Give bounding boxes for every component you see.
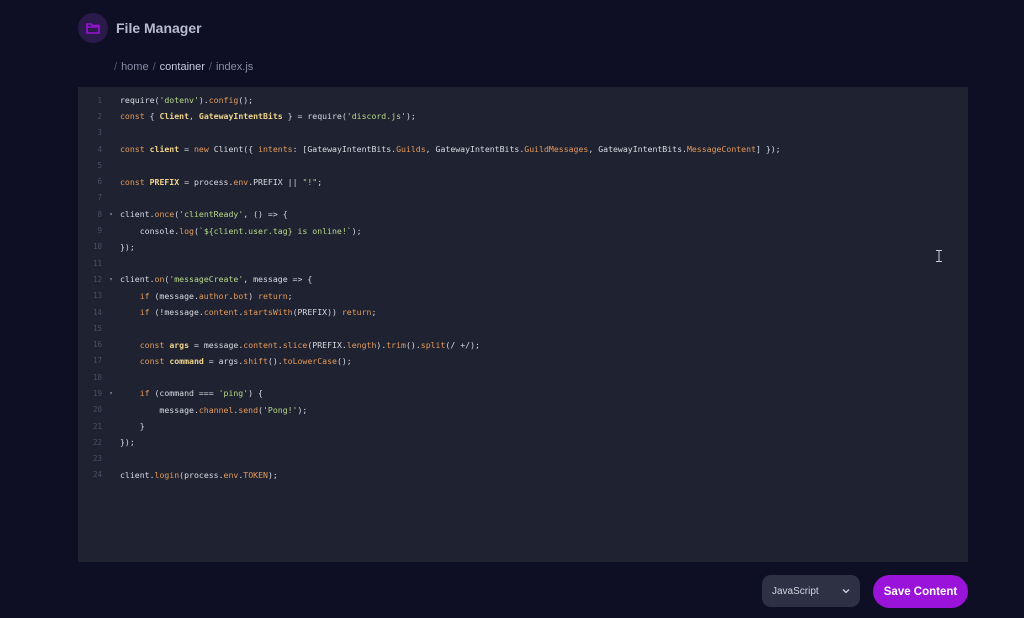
code-line[interactable]: 15 <box>78 320 968 336</box>
line-number: 12 <box>92 274 102 284</box>
code-text: }); <box>120 241 135 252</box>
code-line[interactable]: 11 <box>78 255 968 271</box>
fold-arrow-icon[interactable]: ▾ <box>102 390 120 397</box>
line-number: 8 <box>97 209 102 219</box>
code-text: console.log(`${client.user.tag} is onlin… <box>120 225 362 236</box>
breadcrumb-file: index.js <box>215 61 254 73</box>
code-line[interactable]: 2 const { Client, GatewayIntentBits } = r… <box>78 108 968 124</box>
code-line[interactable]: 21 } <box>78 418 968 434</box>
chevron-down-icon <box>842 589 850 594</box>
folder-icon <box>78 13 108 43</box>
code-text: const args = message.content.slice(PREFI… <box>139 339 480 350</box>
code-editor[interactable]: 1 require('dotenv').config(); 2 const { Cli… <box>78 87 968 562</box>
line-number: 14 <box>92 307 102 317</box>
code-line[interactable]: 14 if (!message.content.startsWith(PREFI… <box>78 304 968 320</box>
language-select-value: JavaScript <box>772 585 819 597</box>
line-number: 2 <box>97 111 102 121</box>
code-line[interactable]: 23 <box>78 451 968 467</box>
line-number: 11 <box>92 258 102 268</box>
app-header: File Manager <box>78 12 202 44</box>
save-content-button[interactable]: Save Content <box>873 575 968 608</box>
code-text: const client = new Client({ intents: [Ga… <box>120 144 781 155</box>
code-line[interactable]: 8 ▾ client.once('clientReady', () => { <box>78 206 968 222</box>
code-line[interactable]: 5 <box>78 157 968 173</box>
line-number: 5 <box>97 160 102 170</box>
code-text: if (message.author.bot) return; <box>139 290 293 301</box>
code-line[interactable]: 6 const PREFIX = process.env.PREFIX || "!… <box>78 173 968 189</box>
code-text: const command = args.shift().toLowerCase… <box>139 355 352 366</box>
breadcrumb: / home / container / index.js <box>114 61 253 73</box>
line-number: 1 <box>97 95 102 105</box>
line-number: 18 <box>92 372 102 382</box>
code-line[interactable]: 10}); <box>78 239 968 255</box>
line-number: 7 <box>97 193 102 203</box>
line-number: 16 <box>92 340 102 350</box>
code-line[interactable]: 16 const args = message.content.slice(PR… <box>78 336 968 352</box>
line-number: 15 <box>92 323 102 333</box>
line-number: 4 <box>97 144 102 154</box>
code-line[interactable]: 24 client.login(process.env.TOKEN); <box>78 467 968 483</box>
breadcrumb-separator: / <box>152 61 156 73</box>
code-line[interactable]: 9 console.log(`${client.user.tag} is onl… <box>78 222 968 238</box>
fold-arrow-icon[interactable]: ▾ <box>102 276 120 283</box>
page-title: File Manager <box>116 20 202 36</box>
breadcrumb-separator: / <box>208 61 212 73</box>
breadcrumb-container[interactable]: container <box>160 61 205 73</box>
code-line[interactable]: 18 <box>78 369 968 385</box>
code-text: }); <box>120 437 135 448</box>
line-number: 17 <box>92 356 102 366</box>
fold-arrow-icon[interactable]: ▾ <box>102 211 120 218</box>
text-cursor-icon <box>936 250 942 262</box>
code-text: if (!message.content.startsWith(PREFIX))… <box>139 307 377 317</box>
line-number: 13 <box>92 291 102 301</box>
line-number: 10 <box>92 242 102 252</box>
breadcrumb-home[interactable]: home <box>121 61 149 73</box>
code-text: const { Client, GatewayIntentBits } = re… <box>120 111 416 122</box>
code-line[interactable]: 13 if (message.author.bot) return; <box>78 288 968 304</box>
line-number: 20 <box>92 405 102 415</box>
code-text: client.on('messageCreate', message => { <box>120 274 313 285</box>
code-line[interactable]: 7 <box>78 190 968 206</box>
breadcrumb-separator: / <box>114 61 118 73</box>
line-number: 21 <box>92 421 102 431</box>
code-line[interactable]: 19 ▾ if (command === 'ping') { <box>78 385 968 401</box>
code-line[interactable]: 12 ▾ client.on('messageCreate', message =>… <box>78 271 968 287</box>
code-line[interactable]: 4 const client = new Client({ intents: [G… <box>78 141 968 157</box>
code-line[interactable]: 17 const command = args.shift().toLowerC… <box>78 353 968 369</box>
code-line[interactable]: 1 require('dotenv').config(); <box>78 92 968 108</box>
line-number: 24 <box>92 470 102 480</box>
code-line[interactable]: 3 <box>78 125 968 141</box>
line-number: 9 <box>97 226 102 236</box>
code-text: } <box>120 421 145 432</box>
line-number: 19 <box>92 388 102 398</box>
code-text: client.once('clientReady', () => { <box>120 209 288 220</box>
code-text: const PREFIX = process.env.PREFIX || "!"… <box>120 176 323 187</box>
code-text: client.login(process.env.TOKEN); <box>120 469 278 480</box>
code-line[interactable]: 20 message.channel.send('Pong!'); <box>78 402 968 418</box>
line-number: 23 <box>92 454 102 464</box>
code-text: if (command === 'ping') { <box>139 388 263 399</box>
code-text: message.channel.send('Pong!'); <box>120 404 308 415</box>
line-number: 6 <box>97 177 102 187</box>
line-number: 22 <box>92 437 102 447</box>
code-text: require('dotenv').config(); <box>120 95 254 106</box>
line-number: 3 <box>97 128 102 138</box>
code-line[interactable]: 22}); <box>78 434 968 450</box>
language-select[interactable]: JavaScript <box>762 575 860 607</box>
